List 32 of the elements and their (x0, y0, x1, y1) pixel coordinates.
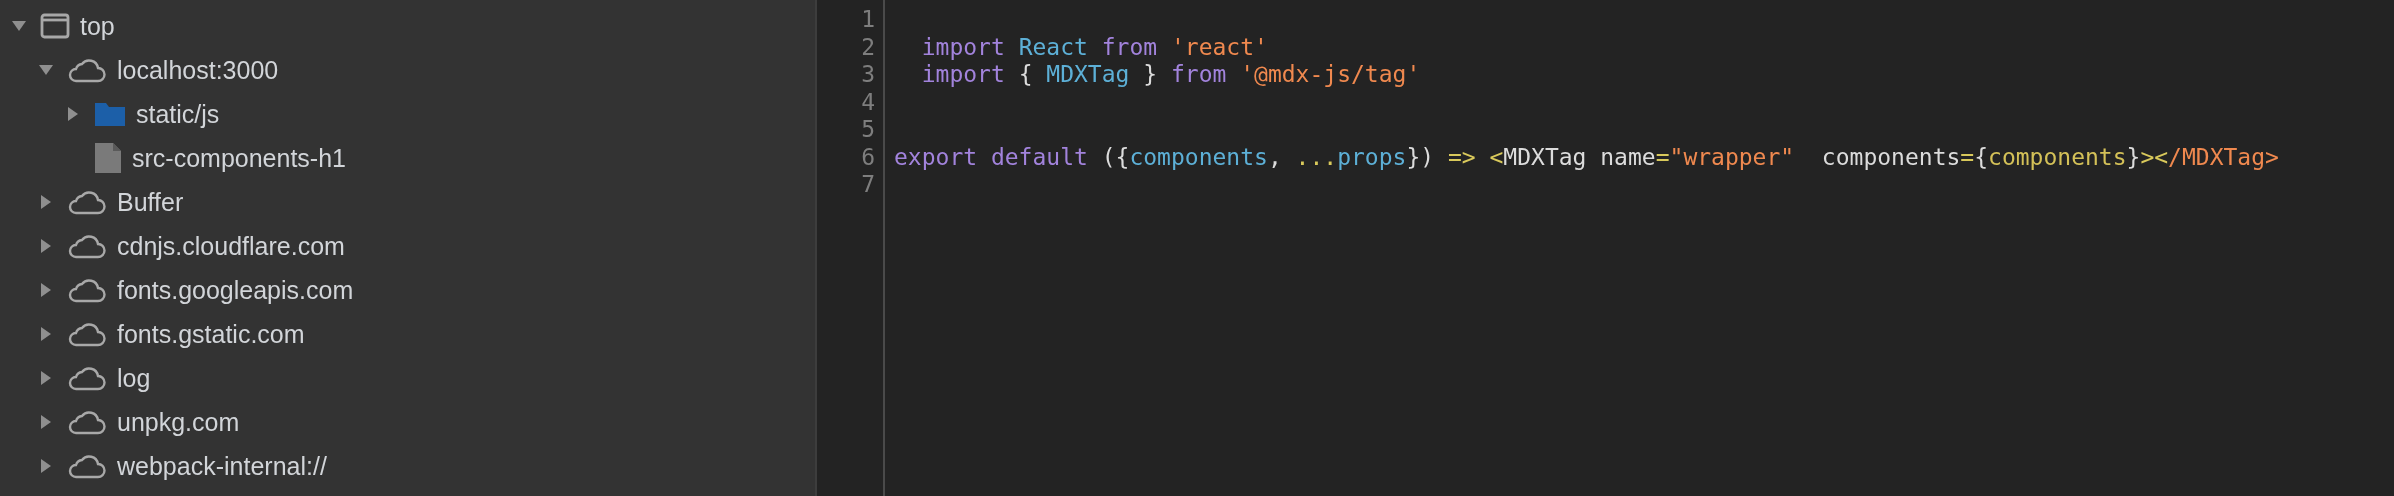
code-line: import React from 'react' (920, 33, 1268, 60)
line-number: 3 (861, 61, 875, 89)
line-number: 5 (861, 116, 875, 144)
cloud-icon (67, 452, 107, 480)
folder-icon (94, 100, 126, 128)
cloud-icon (67, 232, 107, 260)
cloud-icon (67, 188, 107, 216)
tree-item-label[interactable]: fonts.googleapis.com (117, 277, 354, 303)
line-number: 4 (861, 88, 875, 116)
cloud-icon (67, 408, 107, 436)
tree-item-label[interactable]: fonts.gstatic.com (117, 321, 305, 347)
file-icon (94, 142, 122, 174)
tree-item-label[interactable]: top (80, 13, 115, 39)
line-number: 6 (861, 143, 875, 171)
line-number: 2 (861, 33, 875, 61)
line-number: 7 (861, 171, 875, 199)
tree-item-label[interactable]: static/js (136, 101, 220, 127)
window-icon (40, 12, 70, 40)
code-line: import { MDXTag } from '@mdx-js/tag' (920, 61, 1421, 87)
line-number: 1 (861, 6, 875, 34)
tree-item-label[interactable]: Buffer (117, 189, 184, 215)
cloud-icon (67, 364, 107, 392)
cloud-icon (67, 320, 107, 348)
cloud-icon (67, 56, 107, 84)
tree-item-label[interactable]: localhost:3000 (117, 57, 279, 83)
cloud-icon (67, 276, 107, 304)
tree-item-label[interactable]: webpack-internal:// (117, 453, 327, 479)
tree-item-label[interactable]: unpkg.com (117, 409, 240, 435)
code-line: export default ({components, ...props}) => <MDXTag name="wrapper" components={components}></MDXTag> (894, 143, 2279, 170)
tree-item-label[interactable]: src-components-h1 (132, 145, 346, 171)
tree-item-label[interactable]: cdnjs.cloudflare.com (117, 233, 345, 259)
tree-item-label[interactable]: log (117, 365, 151, 391)
